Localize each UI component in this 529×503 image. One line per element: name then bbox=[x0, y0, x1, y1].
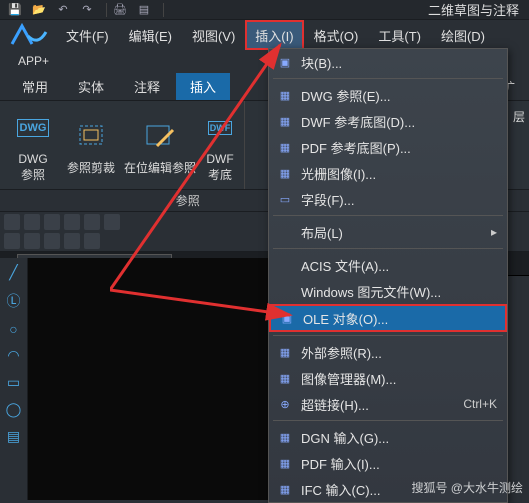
ribbon-tab-common[interactable]: 常用 bbox=[8, 73, 62, 100]
menu-tools[interactable]: 工具(T) bbox=[368, 20, 431, 50]
toolbar-icon[interactable] bbox=[84, 233, 100, 249]
app-logo-icon bbox=[0, 20, 56, 50]
ribbon-btn-ref-clip-label: 参照剪裁 bbox=[67, 159, 115, 176]
pdf-import-icon: ▦ bbox=[275, 454, 295, 472]
toolbar-icon[interactable] bbox=[64, 214, 80, 230]
shortcut-label: Ctrl+K bbox=[463, 397, 497, 411]
dwg-ref-icon: DWG bbox=[13, 108, 53, 148]
menu-item-hyperlink[interactable]: ⊕超链接(H)...Ctrl+K bbox=[269, 391, 507, 417]
toolbar-icon[interactable] bbox=[4, 233, 20, 249]
watermark-text: 搜狐号 @大水牛测绘 bbox=[411, 479, 523, 496]
ribbon-btn-dwg-ref-label: DWG bbox=[18, 152, 47, 166]
toolbar-icon[interactable] bbox=[44, 233, 60, 249]
toolbar-icon[interactable] bbox=[24, 233, 40, 249]
xref-icon: ▦ bbox=[275, 343, 295, 361]
toolbar-icon[interactable] bbox=[84, 214, 100, 230]
line-tool-icon[interactable]: ╱ bbox=[9, 264, 17, 281]
dgn-icon: ▦ bbox=[275, 428, 295, 446]
arc-tool-icon[interactable]: ◠ bbox=[7, 347, 19, 364]
ifc-icon: ▦ bbox=[275, 480, 295, 498]
menu-draw[interactable]: 绘图(D) bbox=[431, 20, 495, 50]
toolbar-icon[interactable] bbox=[4, 214, 20, 230]
qat-open-icon[interactable]: 📂 bbox=[30, 1, 48, 19]
menu-format[interactable]: 格式(O) bbox=[304, 20, 369, 50]
submenu-arrow-icon: ▸ bbox=[491, 225, 497, 239]
workspace-select[interactable]: 二维草图与注释 bbox=[418, 0, 529, 19]
menu-item-xref[interactable]: ▦外部参照(R)... bbox=[269, 339, 507, 365]
circle-tool-icon[interactable]: ○ bbox=[9, 321, 17, 337]
annotation-arrow-icon bbox=[110, 40, 310, 330]
draw-tool-sidebar: ╱ Ⓛ ○ ◠ ▭ ◯ ▤ bbox=[0, 258, 28, 500]
ribbon-btn-dwg-ref[interactable]: DWG DWG 参照 bbox=[4, 105, 62, 185]
quick-access-toolbar: 💾 📂 ↶ ↷ 🖨 ▤ 二维草图与注释 bbox=[0, 0, 529, 20]
qat-brush-icon[interactable]: ▤ bbox=[135, 1, 153, 19]
ref-clip-icon bbox=[71, 115, 111, 155]
img-mgr-icon: ▦ bbox=[275, 369, 295, 387]
qat-redo-icon[interactable]: ↷ bbox=[78, 1, 96, 19]
menu-item-dgn[interactable]: ▦DGN 输入(G)... bbox=[269, 424, 507, 450]
hatch-tool-icon[interactable]: ▤ bbox=[7, 428, 20, 445]
qat-print-icon[interactable]: 🖨 bbox=[111, 1, 129, 19]
rect-tool-icon[interactable]: ▭ bbox=[7, 374, 20, 391]
polyline-tool-icon[interactable]: Ⓛ bbox=[7, 291, 21, 311]
toolbar-icon[interactable] bbox=[24, 214, 40, 230]
menu-item-img-mgr[interactable]: ▦图像管理器(M)... bbox=[269, 365, 507, 391]
toolbar-icon[interactable] bbox=[64, 233, 80, 249]
ellipse-tool-icon[interactable]: ◯ bbox=[6, 401, 22, 418]
right-edge-labels: 层 bbox=[509, 98, 529, 248]
hyperlink-icon: ⊕ bbox=[275, 395, 295, 413]
menu-item-pdf-import[interactable]: ▦PDF 输入(I)... bbox=[269, 450, 507, 476]
qat-save-icon[interactable]: 💾 bbox=[6, 1, 24, 19]
toolbar-icon[interactable] bbox=[44, 214, 60, 230]
qat-undo-icon[interactable]: ↶ bbox=[54, 1, 72, 19]
